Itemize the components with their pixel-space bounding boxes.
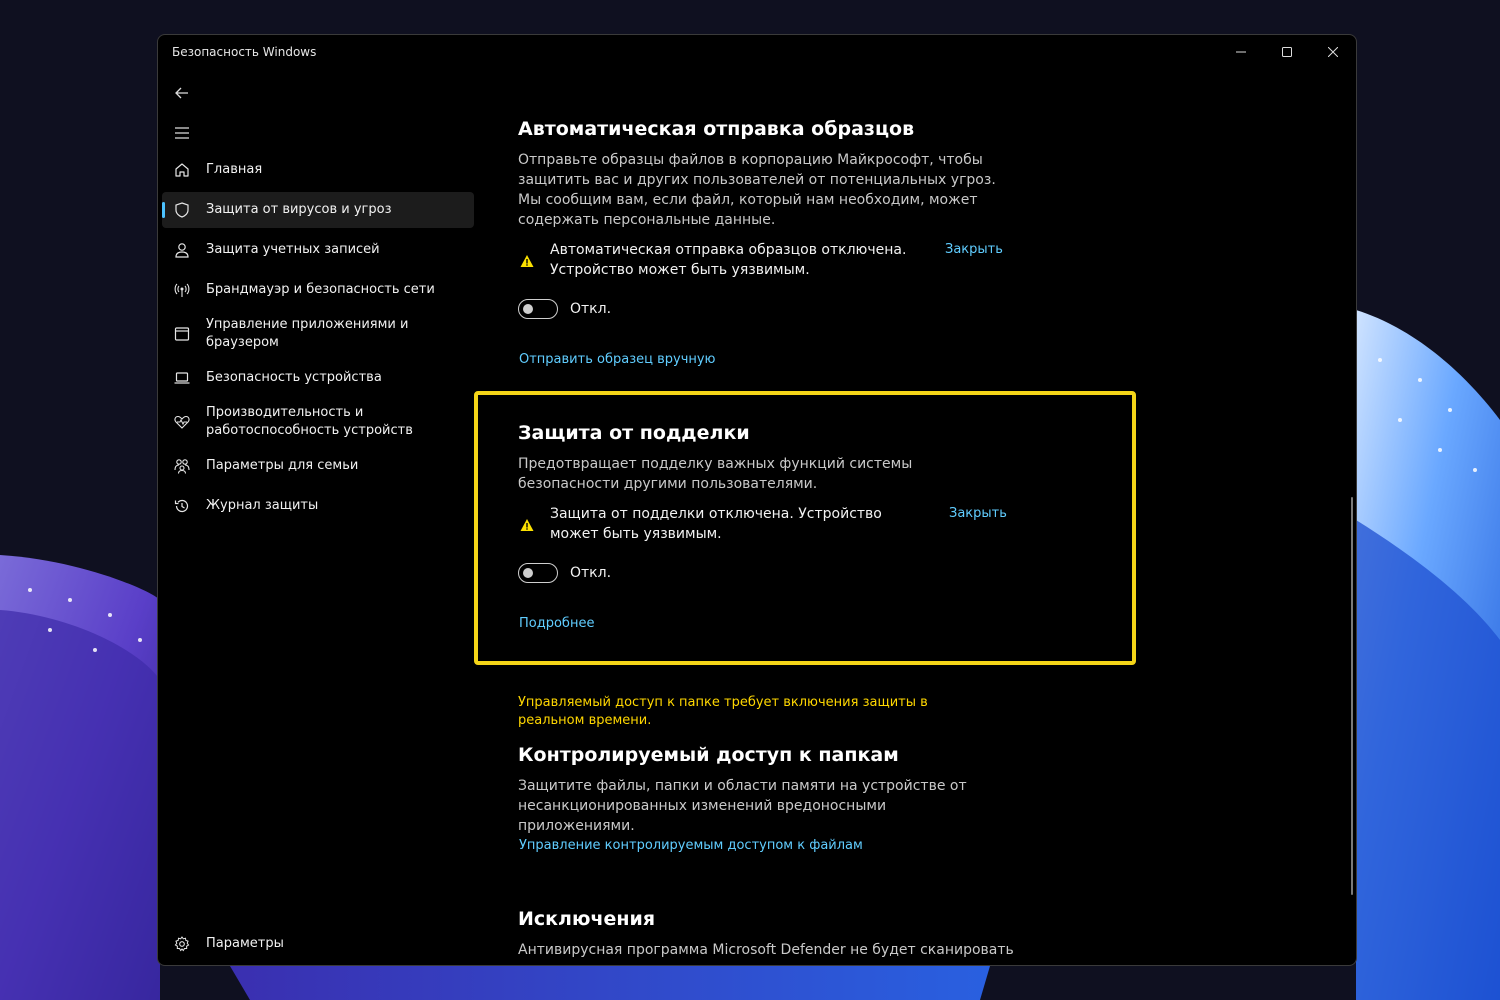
person-icon — [174, 242, 190, 258]
toggle-state-label: Откл. — [570, 301, 612, 317]
close-button[interactable] — [1310, 35, 1356, 69]
sample-submission-warning: Автоматическая отправка образцов отключе… — [520, 240, 920, 280]
sidebar-item-label: Защита от вирусов и угроз — [206, 202, 392, 217]
warning-text: Автоматическая отправка образцов отключе… — [550, 242, 907, 278]
sidebar-item-label: Параметры — [206, 936, 284, 951]
folder-access-description: Защитите файлы, папки и области памяти н… — [518, 778, 967, 834]
sidebar-item-label: Главная — [206, 162, 263, 177]
sidebar-item-device-security[interactable]: Безопасность устройства — [162, 360, 474, 396]
back-button[interactable] — [170, 81, 194, 105]
sidebar-item-protection-history[interactable]: Журнал защиты — [162, 488, 474, 524]
family-icon — [174, 458, 190, 474]
sidebar-nav: Главная Защита от вирусов и угроз Защита… — [162, 152, 474, 528]
sidebar-item-account-protection[interactable]: Защита учетных записей — [162, 232, 474, 268]
toggle-knob — [523, 304, 533, 314]
warning-icon — [520, 255, 534, 267]
windows-security-window: Безопасность Windows Главная Защита от в… — [157, 34, 1357, 966]
sidebar-item-device-performance[interactable]: Производительность и работоспособность у… — [162, 400, 474, 444]
app-window-icon — [174, 326, 190, 342]
manage-folder-access-link[interactable]: Управление контролируемым доступом к фай… — [519, 838, 863, 853]
maximize-icon — [1282, 47, 1292, 57]
exclusions-description: Антивирусная программа Microsoft Defende… — [518, 942, 1014, 958]
shield-icon — [174, 202, 190, 218]
sidebar-item-label: Производительность и работоспособность у… — [206, 405, 413, 438]
gear-icon — [174, 936, 190, 952]
folder-access-notice: Управляемый доступ к папке требует включ… — [518, 695, 928, 728]
sidebar-item-home[interactable]: Главная — [162, 152, 474, 188]
heart-pulse-icon — [174, 414, 190, 430]
sidebar-item-virus-protection[interactable]: Защита от вирусов и угроз — [162, 192, 474, 228]
sample-submission-toggle-row: Откл. — [518, 299, 611, 319]
laptop-icon — [174, 370, 190, 386]
window-title: Безопасность Windows — [172, 45, 317, 59]
sidebar-item-settings[interactable]: Параметры — [162, 926, 474, 962]
sample-submission-description: Отправьте образцы файлов в корпорацию Ма… — [518, 152, 996, 228]
sample-submission-toggle[interactable] — [518, 299, 558, 319]
sidebar-item-app-browser-control[interactable]: Управление приложениями и браузером — [162, 312, 474, 356]
sidebar-item-family-options[interactable]: Параметры для семьи — [162, 448, 474, 484]
sidebar-item-label: Журнал защиты — [206, 498, 319, 513]
sidebar-item-label: Защита учетных записей — [206, 242, 380, 257]
submit-sample-manually-link[interactable]: Отправить образец вручную — [519, 352, 716, 367]
home-icon — [174, 162, 190, 178]
sidebar-item-label: Безопасность устройства — [206, 370, 382, 385]
highlight-frame — [474, 391, 1136, 665]
sidebar-item-label: Брандмауэр и безопасность сети — [206, 282, 435, 297]
sample-submission-title: Автоматическая отправка образцов — [518, 118, 915, 140]
back-arrow-icon — [175, 87, 188, 99]
dismiss-link[interactable]: Закрыть — [945, 242, 1003, 257]
close-icon — [1328, 47, 1338, 57]
vertical-scrollbar[interactable] — [1351, 497, 1353, 895]
sidebar-item-firewall[interactable]: Брандмауэр и безопасность сети — [162, 272, 474, 308]
exclusions-title: Исключения — [518, 908, 656, 930]
sidebar-item-label: Параметры для семьи — [206, 458, 359, 473]
sidebar-item-label: Управление приложениями и браузером — [206, 317, 409, 350]
history-icon — [174, 498, 190, 514]
hamburger-menu-button[interactable] — [170, 121, 194, 145]
folder-access-title: Контролируемый доступ к папкам — [518, 744, 899, 766]
hamburger-icon — [175, 127, 189, 139]
sidebar-footer: Параметры — [162, 926, 474, 965]
antenna-icon — [174, 282, 190, 298]
